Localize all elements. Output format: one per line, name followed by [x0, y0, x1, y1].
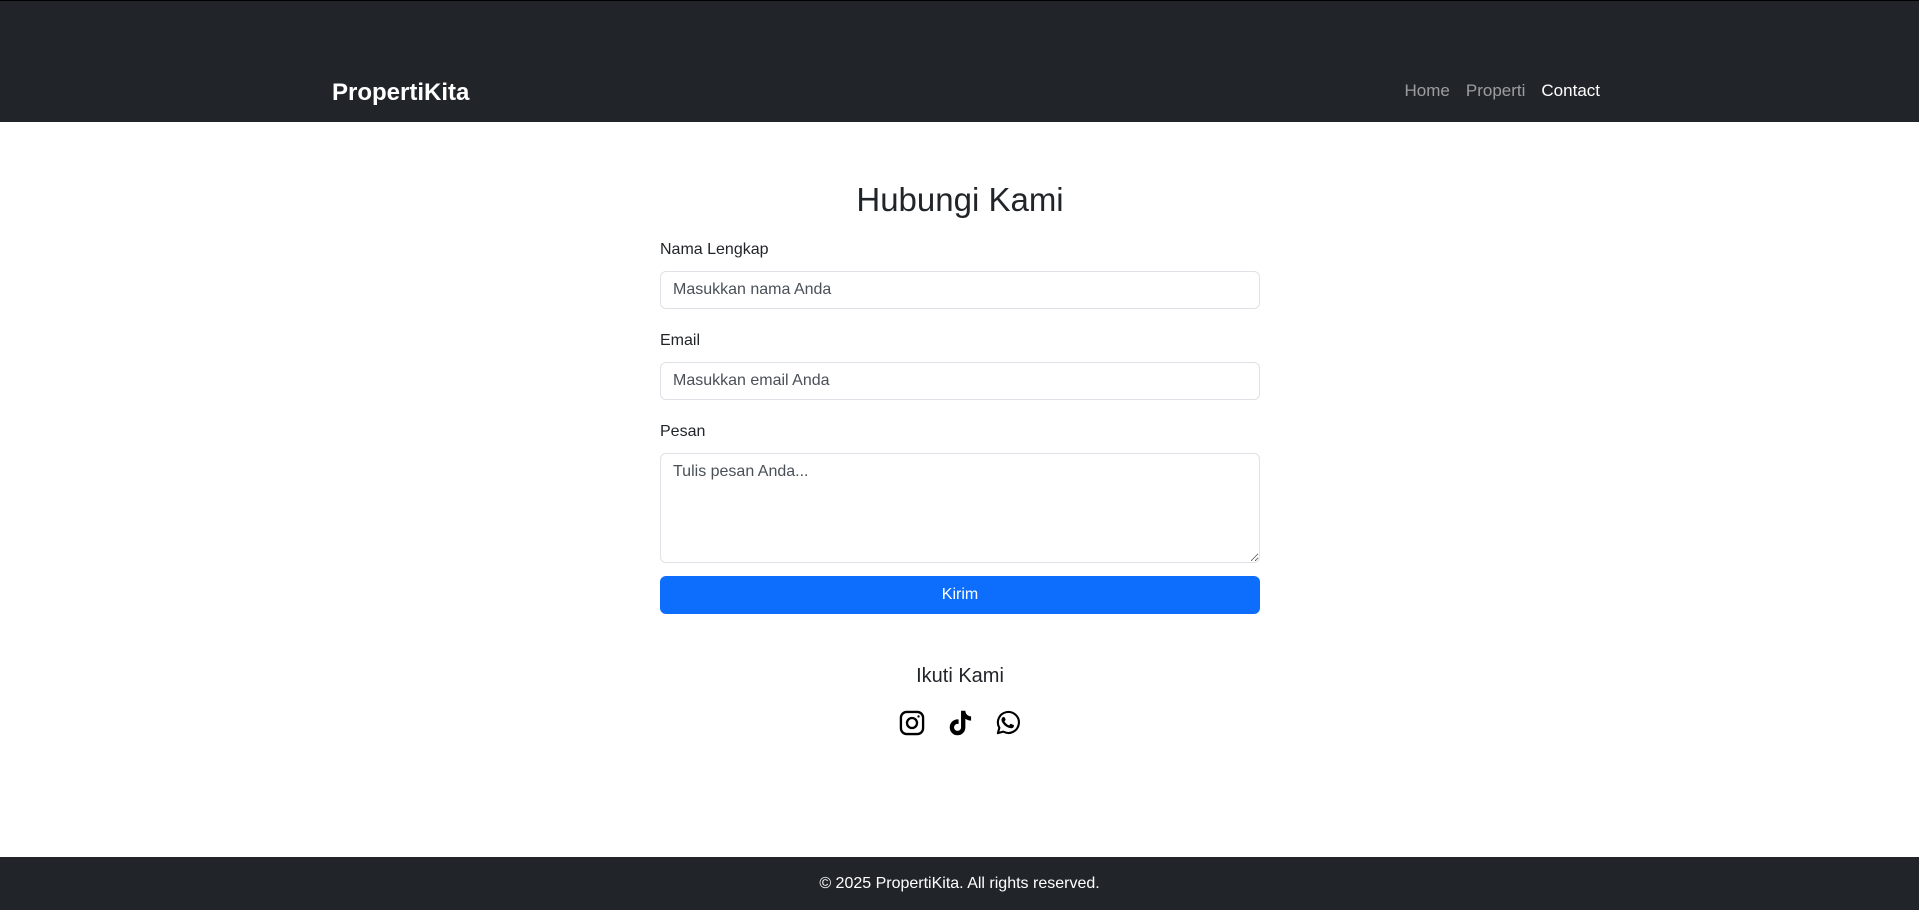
nav-link-home[interactable]: Home: [1405, 81, 1450, 101]
nav-link-properti[interactable]: Properti: [1466, 81, 1526, 101]
nav-link-contact[interactable]: Contact: [1541, 81, 1600, 101]
tiktok-icon[interactable]: [946, 709, 974, 737]
email-input[interactable]: [660, 362, 1260, 400]
footer-copyright: © 2025 PropertiKita. All rights reserved…: [819, 875, 1100, 892]
name-input[interactable]: [660, 271, 1260, 309]
message-label: Pesan: [660, 423, 706, 440]
submit-button[interactable]: Kirim: [660, 576, 1260, 614]
name-label: Nama Lengkap: [660, 241, 769, 258]
social-title: Ikuti Kami: [916, 665, 1004, 687]
brand-logo[interactable]: PropertiKita: [332, 79, 469, 107]
navbar: PropertiKita Home Properti Contact: [0, 0, 1919, 122]
email-label: Email: [660, 332, 701, 349]
contact-section: Hubungi Kami Nama Lengkap Email Pesan Ki…: [660, 122, 1260, 737]
page-title: Hubungi Kami: [856, 181, 1064, 218]
message-textarea[interactable]: [660, 453, 1260, 563]
contact-form: Nama Lengkap Email Pesan Kirim: [660, 240, 1260, 614]
whatsapp-icon[interactable]: [994, 709, 1022, 737]
instagram-icon[interactable]: [898, 709, 926, 737]
social-links: [660, 709, 1260, 737]
nav-menu: Home Properti Contact: [1405, 81, 1600, 101]
footer: © 2025 PropertiKita. All rights reserved…: [0, 857, 1919, 910]
